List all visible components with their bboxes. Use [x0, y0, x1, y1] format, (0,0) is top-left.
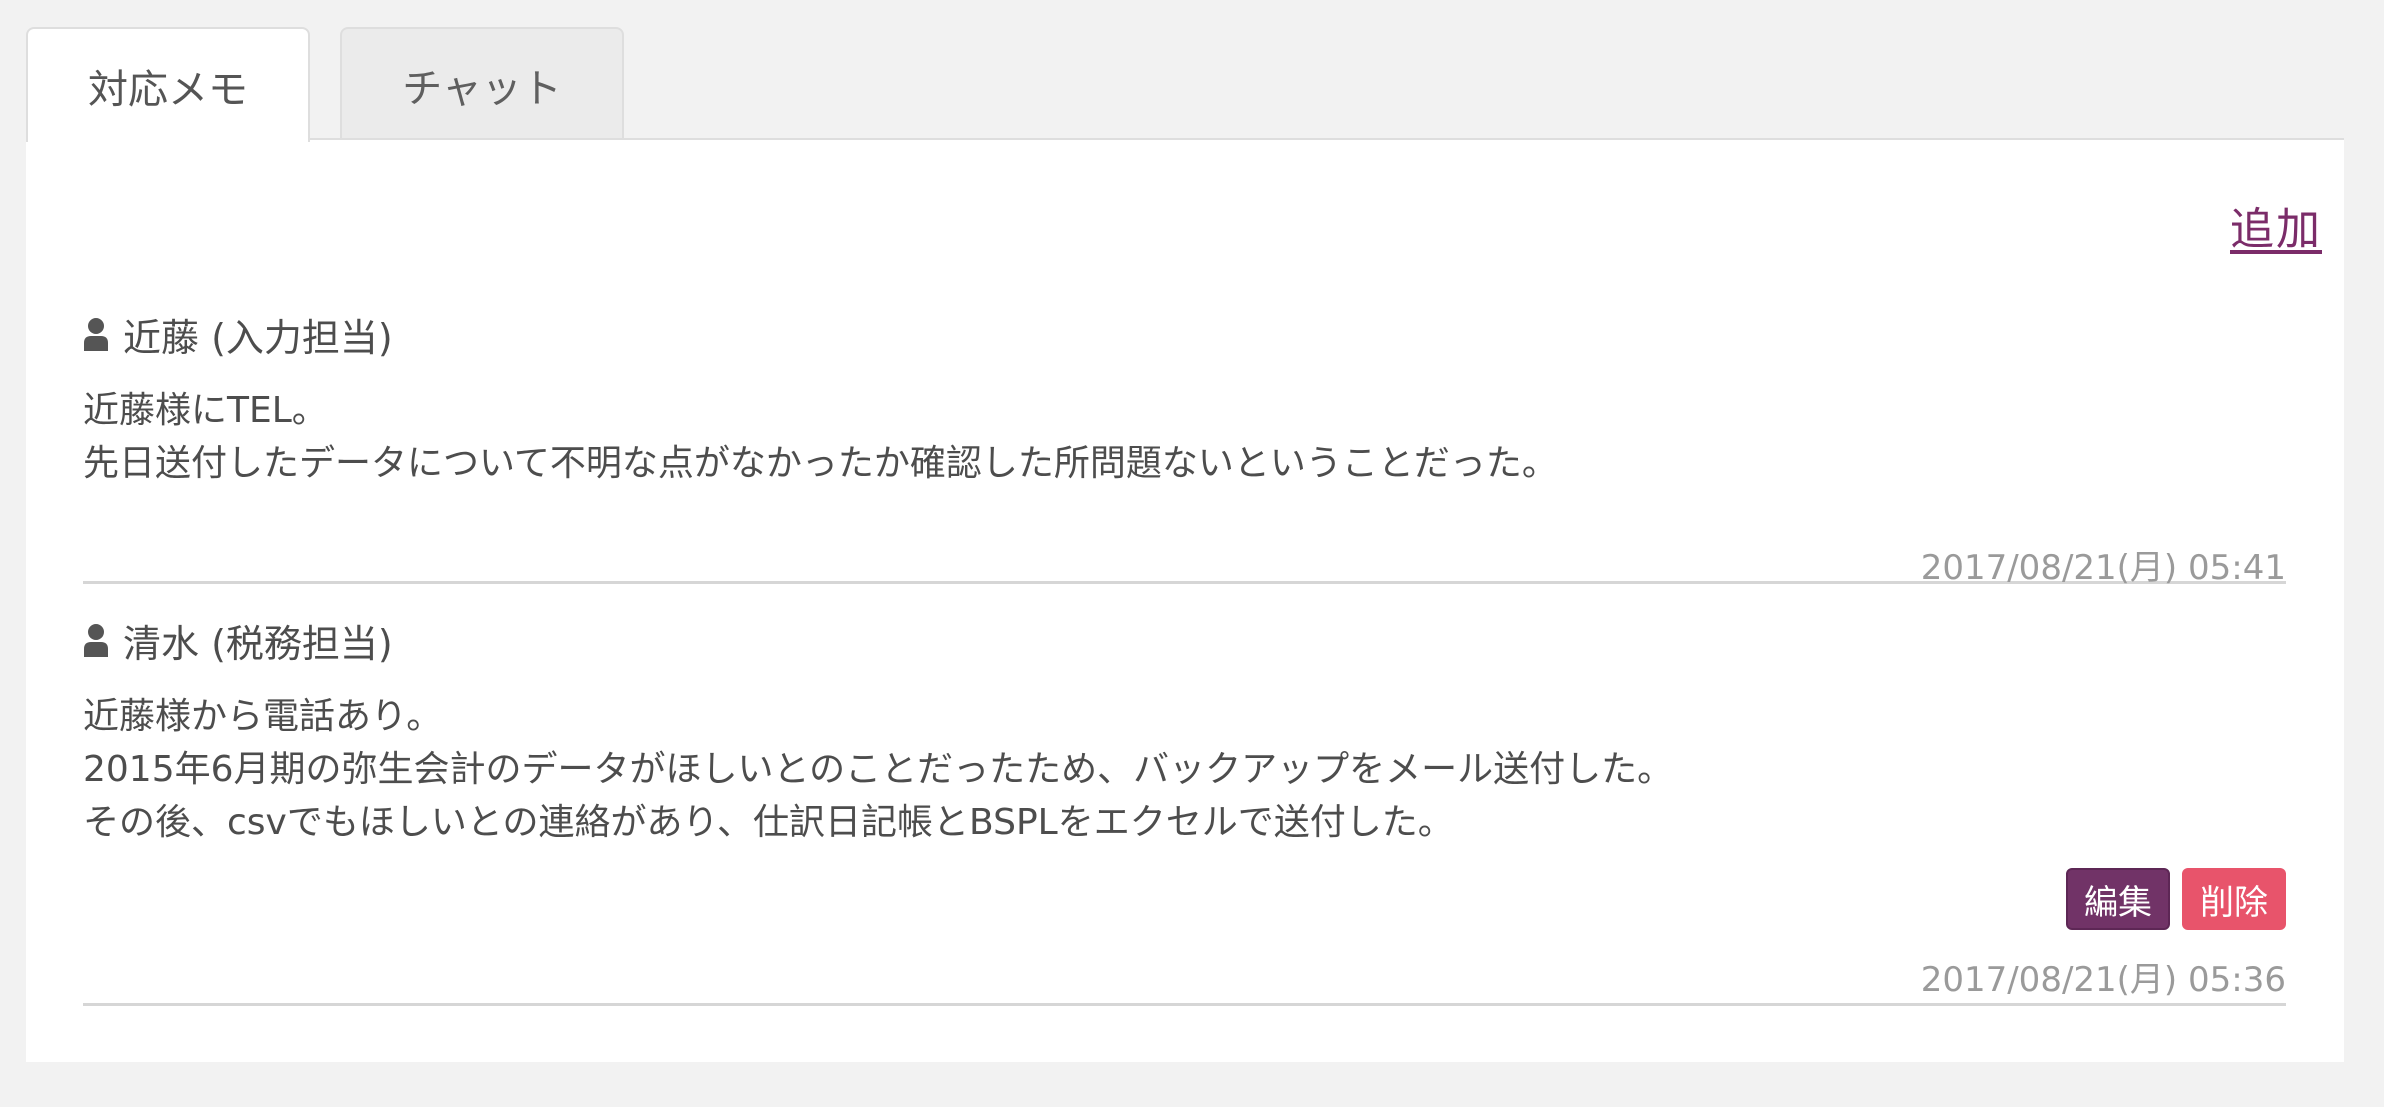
memo-timestamp: 2017/08/21(月) 05:36 [1920, 960, 2286, 1000]
memo-item: 清水 (税務担当) 近藤様から電話あり。 2015年6月期の弥生会計のデータがほ… [83, 614, 2286, 1006]
memo-body: 近藤様から電話あり。 2015年6月期の弥生会計のデータがほしいとのことだったた… [83, 696, 1674, 843]
memo-author: 清水 (税務担当) [83, 614, 2286, 666]
memo-author-name: 近藤 (入力担当) [123, 315, 393, 360]
delete-button[interactable]: 削除 [2182, 868, 2286, 930]
edit-button[interactable]: 編集 [2066, 868, 2170, 930]
tab-bar: 対応メモ チャット [26, 27, 624, 142]
tab-chat[interactable]: チャット [340, 27, 624, 140]
user-icon [84, 624, 108, 657]
memo-timestamp: 2017/08/21(月) 05:41 [1920, 548, 2286, 588]
memo-actions: 編集 削除 [2066, 868, 2286, 930]
add-memo-link[interactable]: 追加 [2230, 193, 2322, 257]
memo-body: 近藤様にTEL。 先日送付したデータについて不明な点がなかったか確認した所問題な… [83, 390, 1558, 484]
tab-memo[interactable]: 対応メモ [26, 27, 310, 142]
memo-author: 近藤 (入力担当) [83, 308, 2286, 360]
user-icon [84, 318, 108, 351]
memo-item: 近藤 (入力担当) 近藤様にTEL。 先日送付したデータについて不明な点がなかっ… [83, 308, 2286, 588]
memo-panel: 追加 近藤 (入力担当) 近藤様にTEL。 先日送付したデータについて不明な点が… [26, 138, 2344, 1062]
memo-author-name: 清水 (税務担当) [123, 621, 393, 666]
